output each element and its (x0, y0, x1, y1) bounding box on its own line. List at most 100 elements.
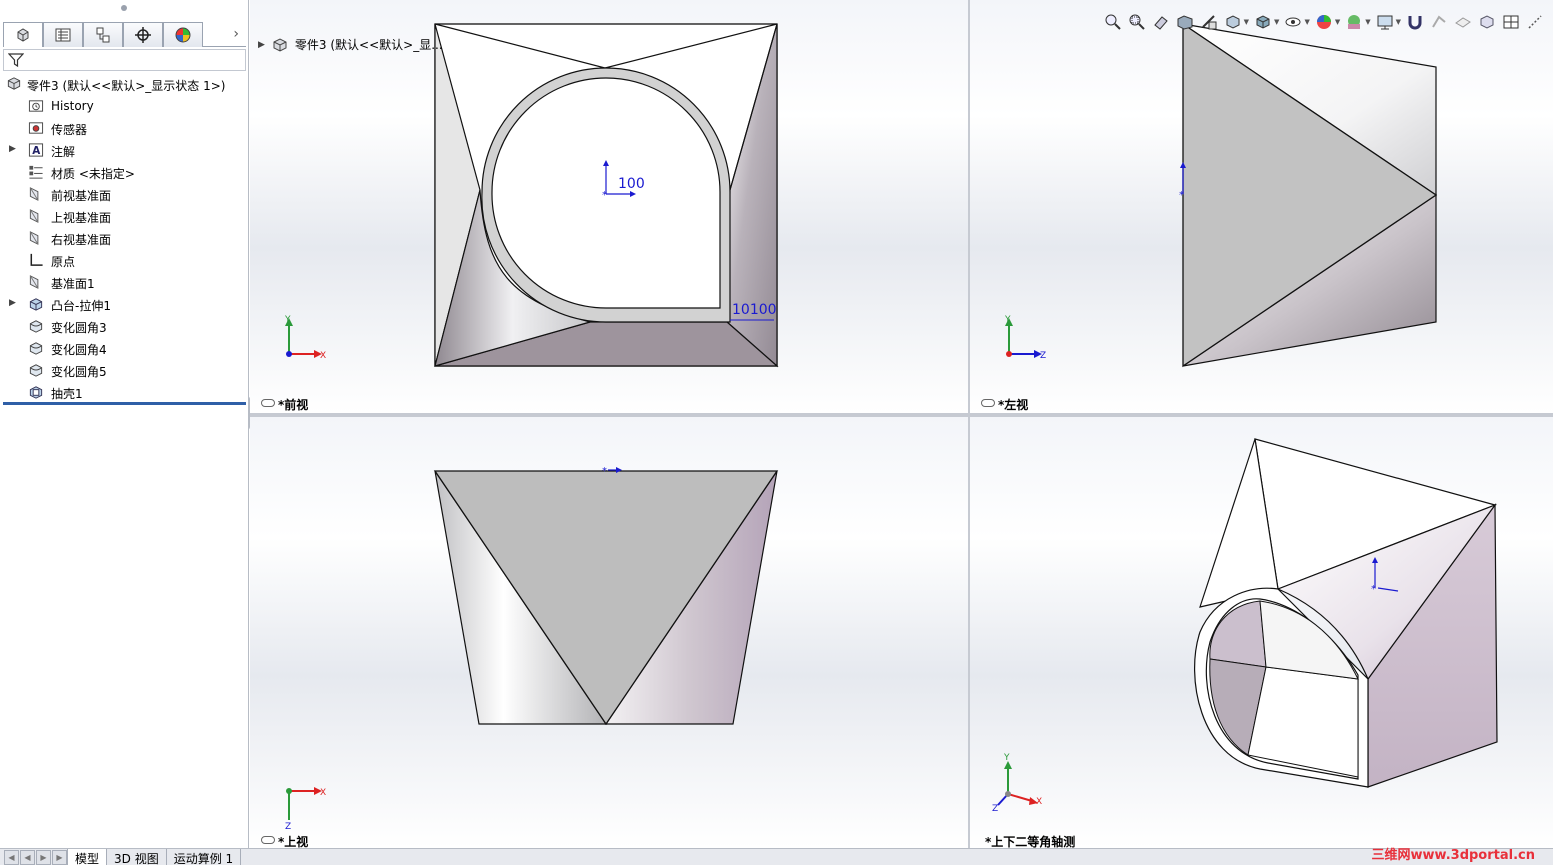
viewport-left[interactable]: * Y Z ▼ ▼ ▼ ▼ ▼ ▼ *左视 (970, 0, 1553, 413)
viewport-front[interactable]: * 100 10100 Y X ▶ 零件3 (默认<<默认>_显... *前视 (250, 0, 968, 413)
zoom-to-area-icon[interactable] (1127, 12, 1147, 32)
viewport-horizontal-splitter[interactable] (250, 413, 1553, 417)
tree-item[interactable]: 变化圆角3 (0, 315, 248, 337)
tree-item[interactable]: ▶ 凸台-拉伸1 (0, 293, 248, 315)
dropdown-arrow-icon[interactable]: ▼ (1335, 18, 1340, 26)
viewport-top[interactable]: * X Z *上视 (250, 417, 968, 848)
tree-item-label: 传感器 (51, 123, 88, 137)
viewport-vertical-splitter[interactable] (968, 0, 970, 848)
viewport-label-left: *左视 (998, 398, 1029, 412)
dynamic-annotation-icon[interactable] (1199, 12, 1219, 32)
previous-tab-icon[interactable]: ◀ (20, 850, 35, 865)
view-settings-icon[interactable] (1375, 12, 1395, 32)
feature-manager-panel: › 零件3 (默认<<默认>_显示状态 1>) History 传感器 ▶ A 注解材质 … (0, 0, 249, 848)
tab-feature-tree[interactable] (3, 22, 43, 47)
svg-text:A: A (32, 145, 40, 157)
flyout-part-name: 零件3 (默认<<默认>_显... (294, 38, 443, 52)
tree-item[interactable]: 材质 <未指定> (0, 161, 248, 183)
chevron-right-icon: › (233, 26, 239, 42)
tree-item-label: 注解 (51, 145, 76, 159)
tab-configuration-manager[interactable] (83, 22, 123, 47)
top-view-model: * X Z (285, 466, 779, 832)
tab-model[interactable]: 模型 (67, 849, 108, 866)
svg-text:Y: Y (284, 315, 291, 325)
heads-up-view-toolbar: ▼ ▼ ▼ ▼ ▼ ▼ (1103, 12, 1545, 32)
tree-item-label: 变化圆角4 (51, 343, 107, 357)
apply-scene-icon[interactable] (1344, 12, 1364, 32)
dimension-label-corner[interactable]: 10100 (732, 302, 777, 318)
tab-dimxpert-manager[interactable] (123, 22, 163, 47)
viewport-isometric[interactable]: * Y X Z *上下二等角轴测 (970, 417, 1553, 848)
part-icon (273, 37, 287, 52)
history-folder-icon (28, 100, 44, 112)
view-orientation-icon[interactable] (1223, 12, 1243, 32)
feature-tree: 零件3 (默认<<默认>_显示状态 1>) History 传感器 ▶ A 注解材质 <未… (0, 73, 248, 403)
svg-text:*: * (1179, 190, 1184, 201)
flyout-feature-tree[interactable]: ▶ 零件3 (默认<<默认>_显... (258, 36, 443, 53)
sensor-icon (28, 122, 44, 134)
previous-view-icon[interactable] (1151, 12, 1171, 32)
viewport-link-icon[interactable] (261, 399, 275, 407)
tab-motion-study[interactable]: 运动算例 1 (166, 849, 242, 866)
viewport-link-icon[interactable] (981, 399, 995, 407)
tangent-edges-icon[interactable] (1477, 12, 1497, 32)
hide-show-items-icon[interactable] (1283, 12, 1303, 32)
zoom-to-fit-icon[interactable] (1103, 12, 1123, 32)
tree-item[interactable]: 变化圆角4 (0, 337, 248, 359)
plane-icon (29, 209, 39, 223)
tree-item-label: 抽壳1 (51, 387, 83, 401)
tree-item[interactable]: 基准面1 (0, 271, 248, 293)
tree-item[interactable]: 抽壳1 (0, 381, 248, 403)
expand-arrow-icon[interactable]: ▶ (9, 298, 16, 308)
property-manager-icon (55, 28, 71, 42)
expand-arrow-icon[interactable]: ▶ (9, 144, 16, 154)
isometric-view-model: * Y X Z (992, 438, 1498, 814)
rollback-bar[interactable] (3, 402, 246, 405)
tree-item[interactable]: History (0, 95, 248, 117)
dropdown-arrow-icon[interactable]: ▼ (1274, 18, 1279, 26)
viewport-label-front: *前视 (278, 398, 309, 412)
edit-appearance-icon[interactable] (1314, 12, 1334, 32)
section-view-icon[interactable] (1175, 12, 1195, 32)
first-tab-icon[interactable]: ◀ (4, 850, 19, 865)
plane-icon (29, 275, 39, 289)
tree-root-part[interactable]: 零件3 (默认<<默认>_显示状态 1>) (0, 73, 248, 95)
sketch-relation-icon[interactable] (1525, 12, 1545, 32)
dimension-label-center[interactable]: 100 (618, 176, 645, 192)
tab-3d-view[interactable]: 3D 视图 (107, 849, 167, 866)
tab-overflow-arrow[interactable]: › (203, 22, 243, 46)
tab-property-manager[interactable] (43, 22, 83, 47)
dropdown-arrow-icon[interactable]: ▼ (1244, 18, 1249, 26)
shaded-sketch-icon[interactable] (1453, 12, 1473, 32)
filter-icon (8, 53, 24, 68)
tree-item[interactable]: 传感器 (0, 117, 248, 139)
svg-text:Z: Z (1040, 351, 1046, 361)
next-tab-icon[interactable]: ▶ (36, 850, 51, 865)
feature-tree-icon (17, 28, 29, 42)
svg-text:Z: Z (992, 804, 998, 814)
dropdown-arrow-icon[interactable]: ▼ (1365, 18, 1370, 26)
tree-item[interactable]: 上视基准面 (0, 205, 248, 227)
tree-item-label: 基准面1 (51, 277, 95, 291)
display-manager-icon (175, 27, 191, 43)
tree-item[interactable]: 变化圆角5 (0, 359, 248, 381)
tree-item-label: 右视基准面 (51, 233, 112, 247)
dimxpert-icon (135, 27, 151, 43)
display-style-icon[interactable] (1253, 12, 1273, 32)
tab-display-manager[interactable] (163, 22, 203, 47)
split-viewport-icon[interactable] (1501, 12, 1521, 32)
dropdown-arrow-icon[interactable]: ▼ (1396, 18, 1401, 26)
panel-grip-handle[interactable] (121, 5, 127, 11)
left-view-model: * Y Z (1004, 22, 1438, 368)
viewport-link-icon[interactable] (261, 836, 275, 844)
tree-item[interactable]: ▶ A 注解 (0, 139, 248, 161)
instant3d-icon[interactable] (1429, 12, 1449, 32)
tree-item[interactable]: 原点 (0, 249, 248, 271)
tree-filter-box[interactable] (3, 49, 246, 71)
last-tab-icon[interactable]: ▶ (52, 850, 67, 865)
chevron-right-icon: ▶ (258, 39, 265, 50)
dropdown-arrow-icon[interactable]: ▼ (1304, 18, 1309, 26)
tree-item[interactable]: 前视基准面 (0, 183, 248, 205)
magnet-icon[interactable] (1405, 12, 1425, 32)
tree-item[interactable]: 右视基准面 (0, 227, 248, 249)
